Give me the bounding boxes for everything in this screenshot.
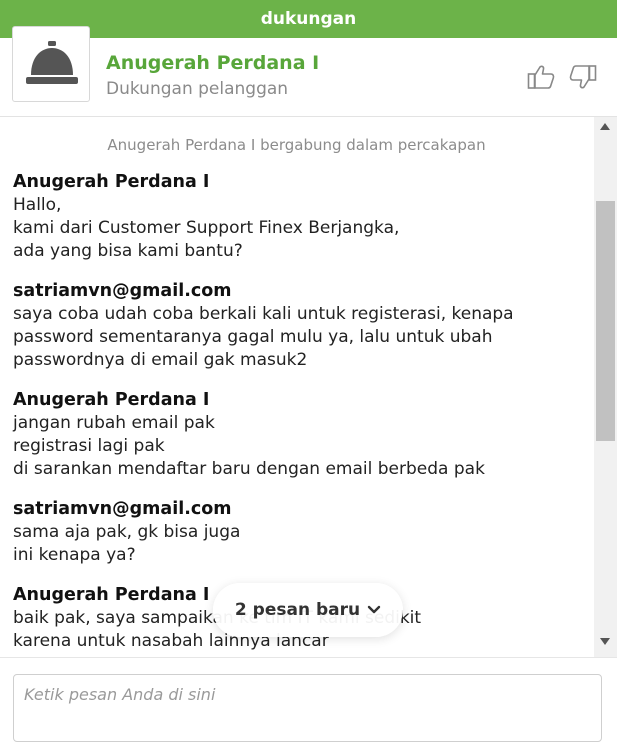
scroll-up-arrow-icon[interactable] xyxy=(600,123,610,130)
chat-message: Anugerah Perdana I jangan rubah email pa… xyxy=(13,389,588,481)
agent-avatar xyxy=(12,26,90,102)
thumbs-down-icon xyxy=(569,65,597,89)
composer-area: Ketik pesan Anda di sini xyxy=(0,657,617,749)
message-line: password sementaranya gagal mulu ya, lal… xyxy=(13,327,493,347)
message-input[interactable]: Ketik pesan Anda di sini xyxy=(13,674,602,742)
system-message: Anugerah Perdana I bergabung dalam perca… xyxy=(107,136,486,154)
message-line: kami dari Customer Support Finex Berjang… xyxy=(13,218,400,238)
chat-transcript[interactable]: Anugerah Perdana I bergabung dalam perca… xyxy=(0,117,593,657)
chat-message: satriamvn@gmail.com saya coba udah coba … xyxy=(13,280,588,372)
chat-message: Anugerah Perdana I Hallo, kami dari Cust… xyxy=(13,171,588,263)
chat-scrollbar[interactable] xyxy=(594,117,617,657)
thumbs-down-button[interactable] xyxy=(569,64,597,90)
message-line: di sarankan mendaftar baru dengan email … xyxy=(13,459,485,479)
agent-name: Anugerah Perdana I xyxy=(106,52,320,74)
new-messages-button[interactable]: 2 pesan baru xyxy=(213,583,403,637)
message-line: sama aja pak, gk bisa juga xyxy=(13,522,241,542)
message-author: Anugerah Perdana I xyxy=(13,172,210,192)
message-line: passwordnya di email gak masuk2 xyxy=(13,350,308,370)
message-author: satriamvn@gmail.com xyxy=(13,281,232,301)
agent-role: Dukungan pelanggan xyxy=(106,79,289,99)
message-author: satriamvn@gmail.com xyxy=(13,499,232,519)
scrollbar-thumb[interactable] xyxy=(596,201,615,441)
message-line: saya coba udah coba berkali kali untuk r… xyxy=(13,304,514,324)
message-line: ini kenapa ya? xyxy=(13,545,136,565)
new-messages-label: 2 pesan baru xyxy=(234,600,361,620)
chat-message: satriamvn@gmail.com sama aja pak, gk bis… xyxy=(13,498,588,567)
service-bell-icon xyxy=(26,41,78,84)
message-input-placeholder: Ketik pesan Anda di sini xyxy=(24,685,216,704)
scroll-down-arrow-icon[interactable] xyxy=(600,638,610,645)
thumbs-up-icon xyxy=(527,65,555,89)
message-line: registrasi lagi pak xyxy=(13,436,165,456)
window-title-bar: dukungan xyxy=(0,0,617,38)
message-line: Hallo, xyxy=(13,195,62,215)
chevron-down-icon xyxy=(367,600,381,620)
message-line: jangan rubah email pak xyxy=(13,413,215,433)
message-author: Anugerah Perdana I xyxy=(13,390,210,410)
thumbs-up-button[interactable] xyxy=(527,64,555,90)
window-title: dukungan xyxy=(260,9,357,29)
chat-header: Anugerah Perdana I Dukungan pelanggan xyxy=(0,26,617,117)
message-line: ada yang bisa kami bantu? xyxy=(13,241,243,261)
